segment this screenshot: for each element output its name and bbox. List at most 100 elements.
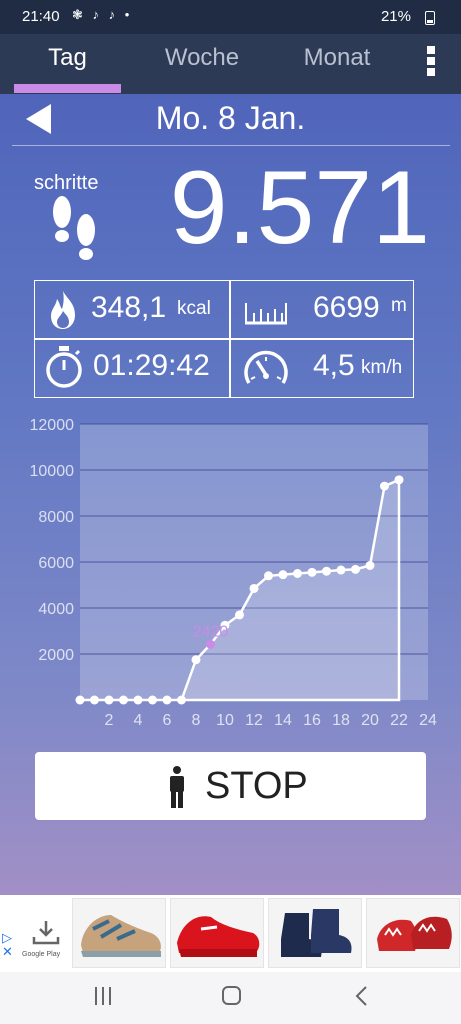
x-tick-label: 8 — [192, 712, 201, 729]
ad-download[interactable]: Google Play — [22, 899, 70, 965]
active-tab-indicator — [14, 84, 121, 93]
chart-point — [307, 567, 317, 577]
flame-icon — [51, 291, 75, 329]
x-tick-label: 14 — [274, 712, 292, 729]
highlight-label: 2420 — [193, 623, 229, 640]
y-tick-label: 10000 — [30, 463, 75, 480]
stopwatch-icon — [46, 346, 82, 388]
steps-label: schritte — [34, 172, 99, 194]
speed-value: 4,5 — [313, 349, 355, 382]
chart-point — [177, 695, 186, 705]
x-tick-label: 16 — [303, 712, 321, 729]
person-icon — [170, 766, 184, 808]
calories-stat: 348,1 kcal — [35, 281, 229, 338]
google-play-label: Google Play — [22, 951, 61, 958]
stop-button-label: STOP — [205, 765, 308, 807]
recent-apps-icon[interactable] — [94, 987, 114, 1007]
tab-month-label: Monat — [303, 44, 371, 71]
x-tick-label: 10 — [216, 712, 234, 729]
download-icon — [32, 921, 60, 945]
x-tick-label: 6 — [163, 712, 172, 729]
distance-value: 6699 — [313, 291, 380, 324]
x-tick-label: 4 — [134, 712, 143, 729]
calories-value: 348,1 — [91, 291, 167, 324]
y-tick-label: 4000 — [38, 601, 74, 618]
calories-unit: kcal — [177, 298, 211, 319]
stop-button[interactable]: STOP — [35, 752, 426, 820]
chart-point — [104, 695, 114, 705]
chart-point — [133, 695, 143, 705]
chart-point — [119, 695, 128, 705]
x-tick-label: 12 — [245, 712, 263, 729]
x-tick-label: 2 — [105, 712, 114, 729]
sneaker-image — [81, 915, 161, 957]
tab-day-label: Tag — [48, 44, 87, 71]
battery-percentage: 21% — [380, 8, 411, 25]
y-tick-label: 2000 — [38, 647, 74, 664]
chart-point — [75, 695, 85, 705]
chart-point — [235, 610, 244, 620]
chart-point — [148, 695, 157, 705]
duration-value: 01:29:42 — [93, 349, 210, 382]
y-tick-label: 12000 — [30, 417, 75, 434]
chart-point — [249, 583, 259, 593]
chart-point — [191, 655, 201, 665]
more-options-icon[interactable] — [424, 46, 438, 82]
back-icon[interactable] — [354, 985, 368, 1007]
x-tick-label: 24 — [419, 712, 437, 729]
main-content: Mo. 8 Jan. schritte 9.571 348,1 kcal 669… — [0, 94, 461, 895]
tab-day[interactable]: Tag — [14, 44, 121, 84]
x-tick-label: 20 — [361, 712, 379, 729]
stats-grid: 348,1 kcal 6699 m 01:29:42 4,5 km/h — [34, 280, 414, 398]
steps-chart: 200040006000800010000120002 4 6 8 10 12 14 16 18… — [30, 417, 438, 729]
chart-point — [293, 569, 302, 578]
x-tick-label: 18 — [332, 712, 350, 729]
chart-point — [365, 560, 375, 570]
battery-icon — [425, 11, 435, 25]
tab-week-label: Woche — [164, 44, 240, 71]
notification-icons: ❃ ♪ ♪ • — [72, 7, 133, 22]
home-icon[interactable] — [222, 986, 241, 1005]
date-row: Mo. 8 Jan. — [0, 94, 461, 146]
speedometer-icon — [244, 350, 288, 384]
system-nav-bar — [0, 972, 461, 1024]
chart-point — [278, 570, 288, 580]
tab-bar: Tag Woche Monat — [0, 34, 461, 94]
ruler-icon — [245, 303, 287, 325]
chart-point — [264, 571, 273, 581]
chart-point — [162, 695, 172, 705]
chart-point — [90, 695, 99, 705]
y-tick-label: 6000 — [38, 555, 74, 572]
footprints-icon — [53, 196, 95, 260]
speed-stat: 4,5 km/h — [231, 339, 414, 396]
distance-stat: 6699 m — [231, 281, 414, 338]
tab-month[interactable]: Monat — [284, 44, 390, 84]
y-tick-label: 8000 — [38, 509, 74, 526]
red-shoe-image — [177, 916, 260, 957]
ad-product-boots[interactable] — [268, 898, 362, 968]
date-divider — [12, 145, 450, 146]
ad-banner[interactable]: ▷ ✕ Google Play — [0, 895, 461, 972]
ad-product-sneaker[interactable] — [72, 898, 166, 968]
chart-point — [336, 565, 346, 575]
chart-point — [206, 639, 215, 649]
previous-day-arrow-icon[interactable] — [24, 102, 54, 136]
status-bar: 21:40 ❃ ♪ ♪ • 21% — [0, 0, 461, 34]
chart-point — [351, 564, 360, 574]
steps-count: 9.571 — [169, 150, 430, 266]
ad-product-slides[interactable] — [366, 898, 460, 968]
duration-stat: 01:29:42 — [35, 339, 229, 396]
slides-image — [377, 916, 452, 951]
date-title: Mo. 8 Jan. — [155, 100, 306, 136]
ad-product-red-shoe[interactable] — [170, 898, 264, 968]
ad-choices-icon[interactable]: ▷ ✕ — [2, 931, 13, 959]
distance-unit: m — [391, 295, 407, 316]
chart-point — [394, 475, 404, 485]
chart-point — [380, 481, 389, 491]
boots-image — [281, 909, 352, 957]
status-time: 21:40 — [22, 8, 60, 25]
speed-unit: km/h — [361, 357, 403, 378]
chart-point — [322, 566, 331, 576]
tab-week[interactable]: Woche — [140, 44, 264, 84]
x-tick-label: 22 — [390, 712, 408, 729]
